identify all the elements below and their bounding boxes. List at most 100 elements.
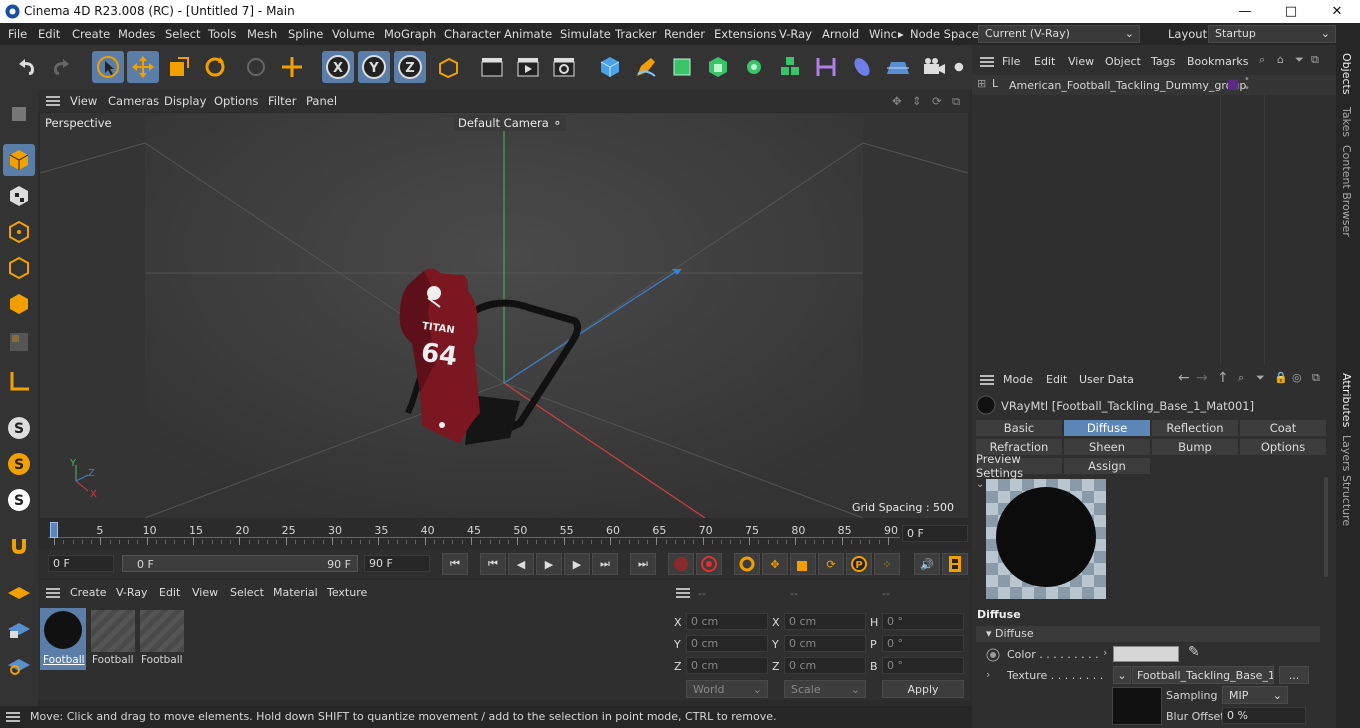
- menu-volume[interactable]: Volume: [332, 27, 375, 41]
- previous-frame-button[interactable]: ◀: [508, 553, 534, 575]
- hamburger-icon[interactable]: [980, 375, 994, 385]
- next-frame-button[interactable]: ▶: [564, 553, 590, 575]
- tab-coat[interactable]: Coat: [1239, 419, 1327, 437]
- object-menu-edit[interactable]: Edit: [1034, 55, 1055, 68]
- uv-mode-button[interactable]: [3, 326, 35, 358]
- back-arrow-icon[interactable]: ←: [1178, 370, 1190, 386]
- axis-mode-button[interactable]: [3, 366, 35, 398]
- autokey-button[interactable]: [696, 553, 722, 575]
- pen-tool-button[interactable]: [630, 51, 662, 83]
- side-tab-layers[interactable]: Layers: [1340, 435, 1353, 471]
- make-editable-button[interactable]: [3, 98, 35, 130]
- viewport-menu-display[interactable]: Display: [164, 94, 206, 108]
- object-menu-view[interactable]: View: [1068, 55, 1094, 68]
- snap-settings-button[interactable]: S: [3, 448, 35, 480]
- hamburger-icon[interactable]: [46, 96, 60, 106]
- redo-button[interactable]: [46, 51, 78, 83]
- up-arrow-icon[interactable]: ↑: [1217, 370, 1229, 386]
- attr-menu-user-data[interactable]: User Data: [1079, 373, 1134, 386]
- menu-file[interactable]: File: [8, 27, 27, 41]
- new-window-icon[interactable]: ⧉: [1312, 371, 1320, 385]
- material-menu-texture[interactable]: Texture: [327, 586, 367, 599]
- end-frame-field[interactable]: 90 F: [364, 555, 430, 572]
- z-axis-lock-button[interactable]: Z: [394, 51, 426, 83]
- lock-icon[interactable]: 🔒: [1274, 371, 1288, 384]
- material-menu-view[interactable]: View: [192, 586, 218, 599]
- render-view-button[interactable]: [476, 51, 508, 83]
- world-select[interactable]: World ⌄: [686, 680, 768, 698]
- side-tab-structure[interactable]: Structure: [1340, 475, 1353, 526]
- record-active-button[interactable]: [668, 553, 694, 575]
- x-axis-lock-button[interactable]: X: [322, 51, 354, 83]
- hamburger-icon[interactable]: [980, 57, 994, 67]
- search-icon[interactable]: ⌕: [1238, 371, 1244, 385]
- viewport-menu-cameras[interactable]: Cameras: [108, 94, 159, 108]
- world-coordinates-button[interactable]: [432, 51, 464, 83]
- material-menu-edit[interactable]: Edit: [159, 586, 180, 599]
- menu-animate[interactable]: Animate: [504, 27, 552, 41]
- side-tab-objects[interactable]: Objects: [1340, 53, 1353, 95]
- record-scale-button[interactable]: [790, 553, 816, 575]
- dolly-view-icon[interactable]: ⇕: [912, 94, 922, 108]
- texture-dropdown-button[interactable]: ⌄: [1113, 666, 1131, 684]
- hamburger-icon[interactable]: [46, 588, 60, 598]
- search-icon[interactable]: ⌕: [1259, 53, 1265, 67]
- apply-button[interactable]: Apply: [882, 680, 964, 698]
- y-axis-lock-button[interactable]: Y: [358, 51, 390, 83]
- sound-button[interactable]: 🔊: [914, 553, 940, 575]
- size-z-field[interactable]: 0 cm: [784, 657, 866, 674]
- cloner-button[interactable]: [738, 51, 770, 83]
- rotation-b-field[interactable]: 0 °: [882, 657, 964, 674]
- light-button[interactable]: [954, 51, 970, 83]
- hamburger-icon[interactable]: [676, 588, 690, 598]
- goto-start-button[interactable]: ⏮: [442, 553, 468, 575]
- texture-more-button[interactable]: ...: [1279, 666, 1309, 684]
- menu-select[interactable]: Select: [165, 27, 200, 41]
- maximize-view-icon[interactable]: ⧉: [952, 94, 960, 109]
- menu-tools[interactable]: Tools: [208, 27, 236, 41]
- eyedropper-icon[interactable]: ✎: [1188, 644, 1200, 660]
- tab-reflection[interactable]: Reflection: [1151, 419, 1239, 437]
- camera-button[interactable]: [918, 51, 950, 83]
- rotate-tool-button[interactable]: [199, 51, 231, 83]
- size-y-field[interactable]: 0 cm: [784, 635, 866, 652]
- snap-workplane-button[interactable]: S: [3, 484, 35, 516]
- record-position-button[interactable]: ✥: [762, 553, 788, 575]
- start-frame-field[interactable]: 0 F: [48, 555, 114, 572]
- viewport-camera-label[interactable]: Default Camera ⚬: [454, 115, 567, 131]
- next-key-button[interactable]: ⏭: [592, 553, 618, 575]
- close-button[interactable]: ✕: [1314, 0, 1360, 23]
- viewport-menu-view[interactable]: View: [70, 94, 97, 108]
- rotate-view-icon[interactable]: ⟳: [932, 94, 942, 108]
- current-frame-field[interactable]: 0 F: [902, 525, 968, 542]
- render-to-picture-viewer-button[interactable]: [512, 51, 544, 83]
- scrollbar-thumb[interactable]: [1324, 477, 1328, 577]
- material-menu-select[interactable]: Select: [230, 586, 264, 599]
- position-x-field[interactable]: 0 cm: [686, 613, 768, 630]
- animation-radio-icon[interactable]: [986, 648, 1000, 662]
- tab-bump[interactable]: Bump: [1151, 438, 1239, 456]
- timeline-ruler[interactable]: 051015202530354045505560657075808590 0 F: [38, 520, 970, 550]
- object-row[interactable]: ⊞ L American_Football_Tackling_Dummy_gro…: [972, 75, 1336, 95]
- node-space-select[interactable]: Current (V-Ray) ⌄: [978, 25, 1140, 43]
- material-menu-create[interactable]: Create: [70, 586, 107, 599]
- material-menu-vray[interactable]: V-Ray: [116, 586, 148, 599]
- select-tool-button[interactable]: [92, 51, 124, 83]
- pan-view-icon[interactable]: ✥: [892, 94, 902, 108]
- new-window-icon[interactable]: ⧉: [1311, 53, 1319, 67]
- keyframe-selection-button[interactable]: [734, 553, 760, 575]
- viewport-menu-options[interactable]: Options: [214, 94, 258, 108]
- layer-color-swatch[interactable]: [1228, 80, 1238, 90]
- expand-icon[interactable]: ›: [1103, 646, 1107, 659]
- record-pla-button[interactable]: ⁘: [874, 553, 900, 575]
- side-tab-content-browser[interactable]: Content Browser: [1340, 145, 1353, 237]
- scale-tool-button[interactable]: [163, 51, 195, 83]
- record-parameter-button[interactable]: P: [846, 553, 872, 575]
- record-rotation-button[interactable]: ⟳: [818, 553, 844, 575]
- side-tab-takes[interactable]: Takes: [1340, 107, 1353, 137]
- field-button[interactable]: [846, 51, 878, 83]
- deformer-button[interactable]: [810, 51, 842, 83]
- object-menu-bookmarks[interactable]: Bookmarks: [1187, 55, 1248, 68]
- expand-icon[interactable]: ›: [986, 668, 990, 681]
- blur-offset-field[interactable]: 0 %: [1222, 707, 1306, 724]
